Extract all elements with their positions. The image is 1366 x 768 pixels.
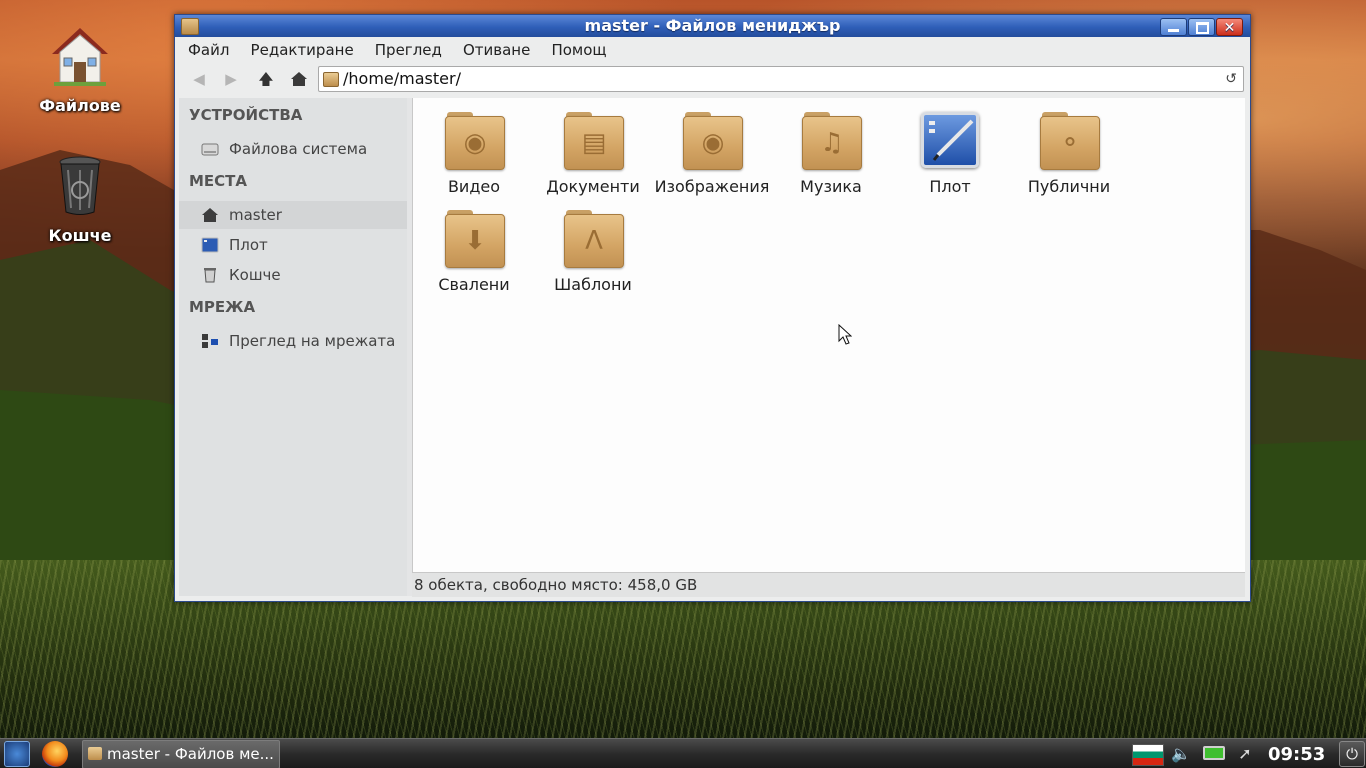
file-item-desktop[interactable]: Плот [891,112,1009,196]
sidebar: УСТРОЙСТВА Файлова система МЕСТА master … [179,98,407,596]
folder-app-icon [181,18,199,35]
keyboard-layout-flag-icon[interactable] [1132,744,1164,766]
desktop-icon-label: Кошче [48,226,112,245]
downloads-folder-icon: ⬇ [445,210,505,268]
power-icon[interactable]: ⏻ [1339,741,1365,767]
start-menu-button[interactable] [4,741,30,767]
file-manager-window: master - Файлов мениджър ✕ Файл Редактир… [174,14,1251,602]
home-icon [52,28,108,86]
address-bar[interactable]: /home/master/ ↺ [318,66,1244,92]
volume-icon[interactable]: 🔈 [1170,743,1192,765]
menu-bar: Файл Редактиране Преглед Отиване Помощ [177,37,1245,63]
menu-file[interactable]: Файл [177,37,237,63]
status-text: 8 обекта, свободно място: 458,0 GB [414,576,698,594]
window-title: master - Файлов мениджър [584,16,841,35]
pen-icon [929,119,974,161]
minimize-button[interactable] [1160,18,1187,36]
desktop-icon-label: Файлове [39,96,121,115]
file-name: Публични [1027,177,1111,196]
file-name: Шаблони [554,275,632,294]
section-places: МЕСТА [189,172,248,190]
drive-icon [201,143,219,156]
section-devices: УСТРОЙСТВА [189,106,303,124]
sidebar-item-desktop[interactable]: Плот [179,231,407,259]
close-icon: ✕ [1223,20,1236,36]
templates-folder-icon: Λ [564,210,624,268]
clock[interactable]: 09:53 [1268,743,1325,765]
desktop-folder-icon [921,112,979,168]
reload-icon[interactable]: ↺ [1225,67,1237,91]
file-name: Изображения [654,177,770,196]
public-folder-icon: ⚬ [1040,112,1100,170]
file-name: Плот [929,177,971,196]
sidebar-item-label: Файлова система [229,140,368,158]
menu-edit[interactable]: Редактиране [243,37,362,63]
maximize-icon [1196,22,1209,34]
taskbar: master - Файлов ме... 🔈 ➚ 09:53 ⏻ [0,738,1366,768]
taskbar-window-button[interactable]: master - Файлов ме... [82,740,280,768]
forward-button[interactable]: ▶ [217,68,245,90]
file-name: Документи [546,177,640,196]
sidebar-item-master[interactable]: master [179,201,407,229]
folder-app-icon [88,747,102,760]
file-item-video[interactable]: ◉ Видео [415,112,533,196]
network-status-icon[interactable]: ➚ [1234,743,1256,765]
window-titlebar[interactable]: master - Файлов мениджър ✕ [175,15,1250,37]
sidebar-item-trash[interactable]: Кошче [179,261,407,289]
desktop-icon [201,237,219,253]
home-icon [291,72,307,86]
video-folder-icon: ◉ [445,112,505,170]
sidebar-item-label: Кошче [229,266,281,284]
address-path: /home/master/ [343,69,461,88]
file-item-downloads[interactable]: ⬇ Свалени [415,210,533,294]
menu-view[interactable]: Преглед [367,37,450,63]
sidebar-item-network[interactable]: Преглед на мрежата [179,327,407,355]
file-item-documents[interactable]: ▤ Документи [534,112,652,196]
toolbar: ◀ ▶ 🡅 /home/master/ ↺ [177,64,1245,94]
folder-home-icon [323,72,339,87]
back-button[interactable]: ◀ [185,68,213,90]
section-network: МРЕЖА [189,298,256,316]
mouse-cursor-icon [838,324,852,345]
file-item-public[interactable]: ⚬ Публични [1010,112,1128,196]
file-view[interactable]: ◉ Видео ▤ Документи ◉ Изображения ♫ Музи… [412,98,1245,572]
file-item-music[interactable]: ♫ Музика [772,112,890,196]
sidebar-item-label: master [229,206,282,224]
taskbar-window-label: master - Файлов ме... [107,745,274,763]
file-name: Свалени [438,275,510,294]
maximize-button[interactable] [1188,18,1215,36]
close-button[interactable]: ✕ [1216,18,1243,36]
trash-icon [204,268,216,283]
trash-icon [59,156,101,215]
sidebar-item-label: Преглед на мрежата [229,332,396,350]
file-item-pictures[interactable]: ◉ Изображения [653,112,771,196]
file-name: Музика [800,177,862,196]
minimize-icon [1168,29,1179,32]
file-item-templates[interactable]: Λ Шаблони [534,210,652,294]
menu-help[interactable]: Помощ [543,37,614,63]
network-icon [202,334,218,348]
menu-go[interactable]: Отиване [455,37,538,63]
home-icon [202,208,218,222]
desktop-icon-trash[interactable]: Кошче [25,154,135,245]
firefox-launcher-icon[interactable] [42,741,68,767]
desktop-icon-files[interactable]: Файлове [25,24,135,115]
pictures-folder-icon: ◉ [683,112,743,170]
up-button[interactable]: 🡅 [252,68,280,90]
documents-folder-icon: ▤ [564,112,624,170]
file-name: Видео [447,177,501,196]
status-bar: 8 обекта, свободно място: 458,0 GB [412,572,1245,597]
sidebar-item-filesystem[interactable]: Файлова система [179,135,407,163]
music-folder-icon: ♫ [802,112,862,170]
sidebar-item-label: Плот [229,236,268,254]
home-button[interactable] [285,68,313,90]
battery-icon[interactable] [1203,746,1225,760]
